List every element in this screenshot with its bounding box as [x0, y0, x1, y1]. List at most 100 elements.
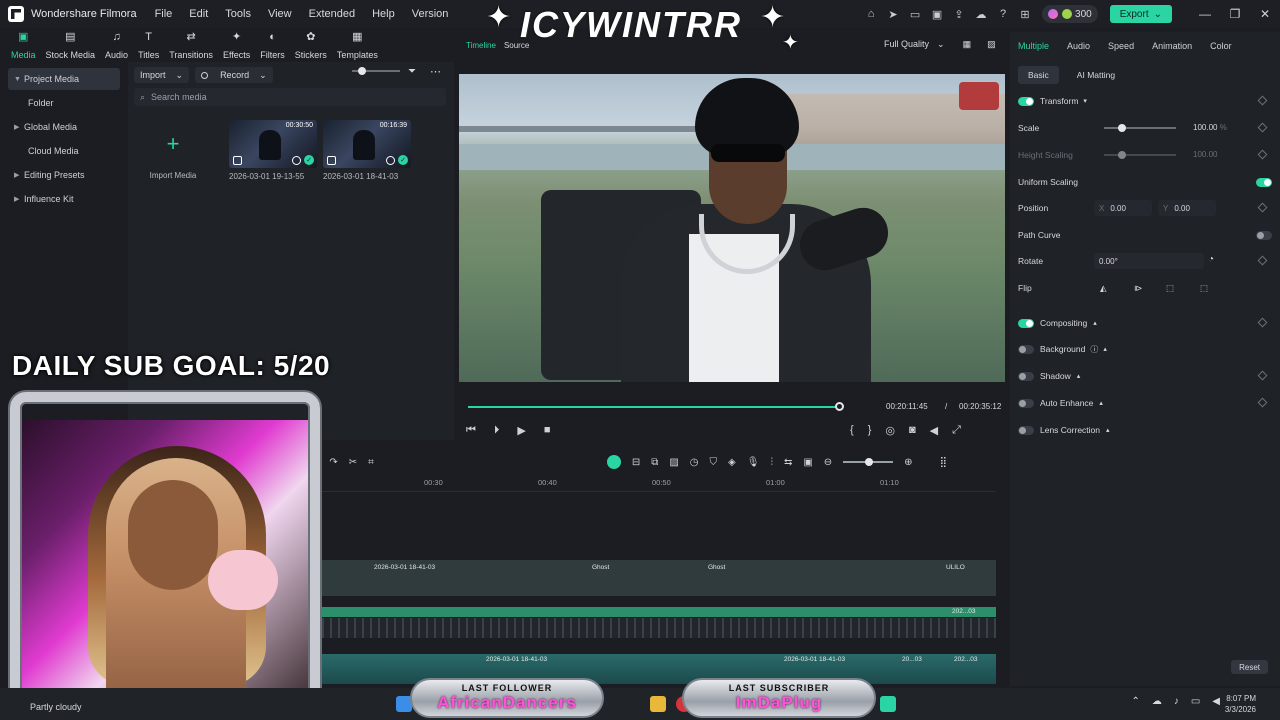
- render-icon[interactable]: ◎: [885, 424, 895, 437]
- video-frame[interactable]: [459, 74, 1005, 382]
- shadow-section[interactable]: Shadow ▴: [1018, 367, 1272, 385]
- flip-vertical-icon[interactable]: ⧐: [1134, 283, 1143, 294]
- menu-extended[interactable]: Extended: [309, 8, 355, 20]
- split-icon[interactable]: ✂: [349, 457, 357, 468]
- keyframe-icon[interactable]: [1257, 317, 1268, 328]
- tab-templates[interactable]: ▦ Templates: [332, 30, 383, 60]
- rotate-dial-icon[interactable]: ◔: [1208, 254, 1214, 265]
- compositing-section[interactable]: Compositing ▴: [1018, 314, 1272, 332]
- cloud-icon[interactable]: ☁: [974, 7, 988, 21]
- volume-icon[interactable]: ◀: [1212, 696, 1220, 707]
- lens-correction-toggle[interactable]: [1018, 425, 1034, 435]
- quality-dropdown[interactable]: Full Quality ⌄ ▦ ▨: [884, 39, 996, 50]
- microphone-icon[interactable]: 🎙: [747, 457, 760, 468]
- lens-correction-section[interactable]: Lens Correction ▴: [1018, 421, 1272, 439]
- background-section[interactable]: Background ⓘ ▴: [1018, 340, 1272, 358]
- keyframe-icon[interactable]: [1257, 202, 1268, 213]
- image-icon[interactable]: ▨: [987, 39, 996, 50]
- credits-badge[interactable]: 300: [1042, 5, 1098, 23]
- redo-icon[interactable]: ↷: [329, 457, 337, 468]
- menu-tools[interactable]: Tools: [225, 8, 251, 20]
- cloud-icon[interactable]: ☁: [1152, 696, 1162, 707]
- filter-icon[interactable]: ⏷: [408, 66, 416, 77]
- filmora-taskbar-icon[interactable]: [880, 696, 896, 712]
- menu-view[interactable]: View: [268, 8, 292, 20]
- close-icon[interactable]: ✕: [1250, 0, 1280, 28]
- audio-track[interactable]: 2026-03-01 18-41-03 2026-03-01 18-41-03 …: [316, 654, 996, 684]
- transform-section[interactable]: Transform ▾: [1018, 92, 1272, 110]
- menu-file[interactable]: File: [155, 8, 173, 20]
- zoom-in-icon[interactable]: ⊕: [904, 457, 912, 468]
- send-icon[interactable]: ➤: [886, 7, 900, 21]
- playback-progress[interactable]: [468, 402, 844, 411]
- keyframe-icon[interactable]: [1257, 370, 1268, 381]
- replace-icon[interactable]: ⇆: [784, 457, 792, 468]
- sidebar-item-cloud-media[interactable]: Cloud Media: [8, 140, 120, 162]
- link-icon[interactable]: ⧉: [651, 457, 658, 468]
- keyframe-icon[interactable]: [1257, 122, 1268, 133]
- auto-enhance-section[interactable]: Auto Enhance ▴: [1018, 394, 1272, 412]
- timeline-ruler[interactable]: 00:30 00:40 00:50 01:00 01:10: [316, 478, 996, 492]
- video-track-1[interactable]: 202...03: [316, 607, 996, 617]
- zoom-out-icon[interactable]: ⊖: [824, 457, 832, 468]
- subtab-ai-matting[interactable]: AI Matting: [1067, 66, 1125, 84]
- grid-icon[interactable]: ⊞: [1018, 7, 1032, 21]
- ai-tools-icon[interactable]: [606, 455, 621, 469]
- clock[interactable]: 8:07 PM 3/3/2026: [1225, 693, 1256, 715]
- tab-color[interactable]: Color: [1210, 41, 1232, 51]
- height-scaling-slider[interactable]: [1104, 151, 1176, 159]
- search-input[interactable]: ⌕ Search media: [134, 88, 446, 106]
- path-curve-toggle[interactable]: [1256, 230, 1272, 240]
- snap-icon[interactable]: ⊟: [632, 457, 640, 468]
- import-media-tile[interactable]: + Import Media: [134, 120, 212, 181]
- tab-audio[interactable]: Audio: [1067, 41, 1090, 51]
- playhead-knob[interactable]: [835, 402, 844, 411]
- image-icon[interactable]: ▨: [669, 457, 678, 468]
- video-filmstrip[interactable]: [316, 618, 996, 638]
- sidebar-item-influence-kit[interactable]: ▶ Influence Kit: [8, 188, 120, 210]
- restore-icon[interactable]: ❐: [1220, 0, 1250, 28]
- network-icon[interactable]: ▭: [1191, 696, 1200, 707]
- rotate-left-icon[interactable]: ⬚: [1166, 283, 1174, 294]
- media-clip[interactable]: 00:30:50 ✓ 2026-03-01 19-13-55: [229, 120, 317, 181]
- gift-icon[interactable]: ⌂: [864, 7, 878, 21]
- background-toggle[interactable]: [1018, 344, 1034, 354]
- video-track-2[interactable]: 2026-03-01 18-41-03 Ghost Ghost ULILO: [316, 560, 996, 596]
- tab-speed[interactable]: Speed: [1108, 41, 1134, 51]
- auto-enhance-toggle[interactable]: [1018, 398, 1034, 408]
- tab-multiple[interactable]: Multiple: [1018, 41, 1049, 51]
- tab-stock-media[interactable]: ▤ Stock Media: [41, 30, 101, 60]
- tab-transitions[interactable]: ⇄ Transitions: [164, 30, 218, 60]
- save-icon[interactable]: ▣: [930, 7, 944, 21]
- microphone-icon[interactable]: ♪: [1174, 696, 1179, 707]
- shadow-toggle[interactable]: [1018, 371, 1034, 381]
- chevron-up-icon[interactable]: ⌃: [1131, 696, 1139, 707]
- tab-titles[interactable]: T Titles: [133, 30, 164, 61]
- slider-knob[interactable]: [1118, 124, 1126, 132]
- menu-help[interactable]: Help: [372, 8, 395, 20]
- mark-out-icon[interactable]: }: [868, 424, 872, 437]
- weather-text[interactable]: Partly cloudy: [30, 702, 82, 712]
- shield-icon[interactable]: ⛉: [710, 457, 718, 468]
- speed-icon[interactable]: ◷: [690, 457, 699, 468]
- tab-stickers[interactable]: ✿ Stickers: [290, 30, 332, 60]
- minimize-icon[interactable]: —: [1190, 0, 1220, 28]
- compositing-toggle[interactable]: [1018, 318, 1034, 328]
- snapshot-grid-icon[interactable]: ▦: [963, 39, 972, 50]
- more-icon[interactable]: ⋯: [430, 65, 441, 78]
- tab-audio[interactable]: ♫ Audio: [100, 30, 133, 61]
- position-x-input[interactable]: X 0.00: [1094, 200, 1152, 216]
- mark-in-icon[interactable]: {: [850, 424, 854, 437]
- prev-frame-icon[interactable]: ⏮: [466, 424, 476, 437]
- upload-icon[interactable]: ⇪: [952, 7, 966, 21]
- tab-effects[interactable]: ✦ Effects: [218, 30, 255, 60]
- menu-version[interactable]: Version: [412, 8, 449, 20]
- scale-slider[interactable]: [1104, 124, 1176, 132]
- menu-edit[interactable]: Edit: [189, 8, 208, 20]
- rotate-right-icon[interactable]: ⬚: [1200, 283, 1208, 294]
- tab-animation[interactable]: Animation: [1152, 41, 1192, 51]
- flip-horizontal-icon[interactable]: ◭: [1100, 283, 1107, 294]
- reset-button[interactable]: Reset: [1231, 660, 1268, 674]
- sidebar-item-global-media[interactable]: ▶ Global Media: [8, 116, 120, 138]
- subtab-basic[interactable]: Basic: [1018, 66, 1059, 84]
